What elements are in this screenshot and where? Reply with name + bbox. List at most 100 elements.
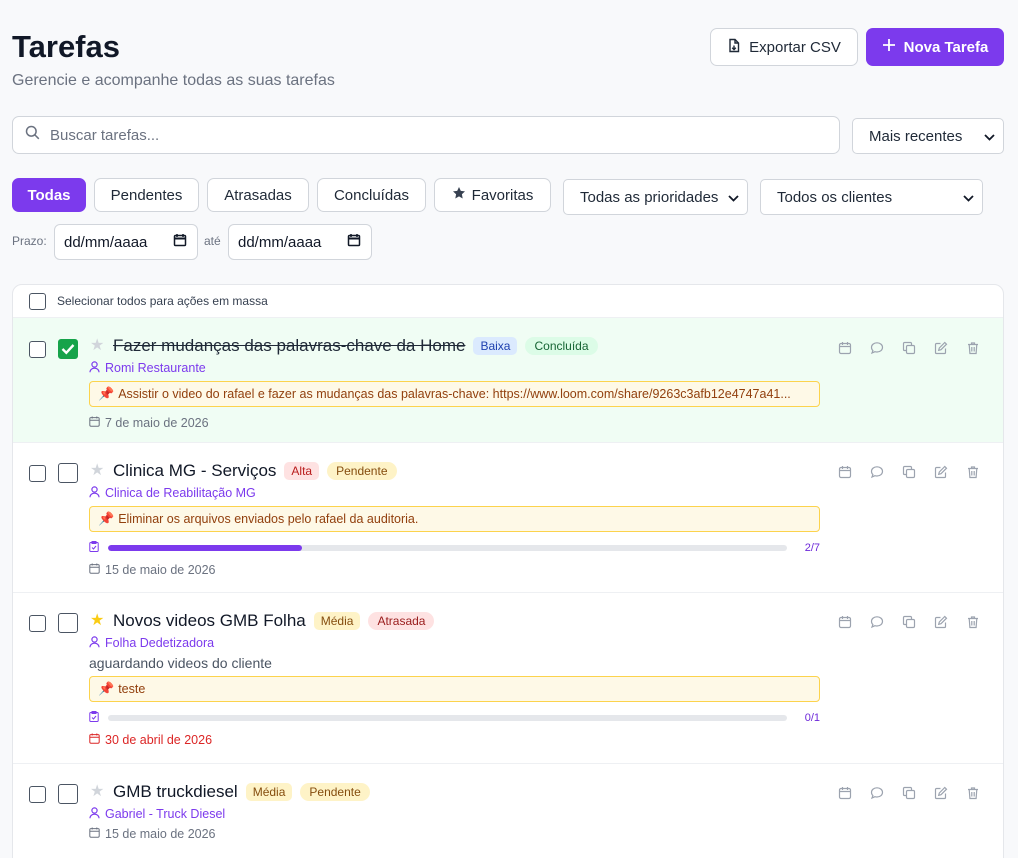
select-all-label: Selecionar todos para ações em massa: [57, 294, 268, 308]
due-date-text: 15 de maio de 2026: [105, 827, 216, 841]
note-text: Eliminar os arquivos enviados pelo rafae…: [118, 512, 419, 526]
trash-icon[interactable]: [965, 785, 981, 801]
task-due-date: 7 de maio de 2026: [89, 415, 820, 431]
duplicate-icon[interactable]: [901, 340, 917, 356]
select-all-checkbox[interactable]: [29, 292, 46, 310]
task-note: 📌 Eliminar os arquivos enviados pelo raf…: [89, 506, 820, 532]
calendar-icon: [89, 416, 100, 430]
search-icon: [25, 125, 40, 145]
tab-todas[interactable]: Todas: [12, 178, 86, 212]
edit-icon[interactable]: [933, 464, 949, 480]
page-header: Tarefas Gerencie e acompanhe todas as su…: [12, 28, 335, 90]
due-from-input[interactable]: dd/mm/aaaa: [54, 224, 198, 260]
client-filter-value: Todos os clientes: [777, 188, 893, 206]
schedule-calendar-icon[interactable]: [837, 340, 853, 356]
note-text: teste: [118, 682, 146, 696]
status-badge: Atrasada: [368, 612, 435, 630]
task-select-checkbox[interactable]: [29, 341, 46, 358]
checklist-progress: 2/7: [89, 541, 820, 554]
client-filter-select[interactable]: Todos os clientes: [760, 179, 983, 215]
trash-icon[interactable]: [965, 614, 981, 630]
calendar-icon: [89, 563, 100, 577]
progress-count: 0/1: [804, 712, 820, 724]
search-input[interactable]: [50, 126, 810, 144]
task-client[interactable]: Clinica de Reabilitação MG: [89, 485, 820, 501]
task-complete-checkbox[interactable]: [58, 613, 78, 633]
task-due-date: 30 de abril de 2026: [89, 732, 820, 748]
tab-atrasadas[interactable]: Atrasadas: [207, 178, 309, 212]
due-to-input[interactable]: dd/mm/aaaa: [228, 224, 372, 260]
user-icon: [89, 485, 100, 501]
client-name: Folha Dedetizadora: [105, 636, 215, 650]
search-box: [12, 116, 840, 154]
priority-badge: Média: [245, 783, 293, 801]
new-task-label: Nova Tarefa: [903, 38, 989, 56]
task-select-checkbox[interactable]: [29, 615, 46, 632]
schedule-calendar-icon[interactable]: [837, 785, 853, 801]
task-complete-checkbox[interactable]: [58, 463, 78, 483]
trash-icon[interactable]: [965, 340, 981, 356]
calendar-icon: [347, 233, 361, 251]
task-title: Fazer mudanças das palavras-chave da Hom…: [113, 336, 466, 355]
client-name: Clinica de Reabilitação MG: [105, 486, 256, 500]
tab-label: Concluídas: [333, 186, 410, 204]
page-subtitle: Gerencie e acompanhe todas as suas taref…: [12, 72, 335, 89]
tab-pendentes[interactable]: Pendentes: [94, 178, 199, 212]
sort-select-value: Mais recentes: [869, 127, 963, 145]
duplicate-icon[interactable]: [901, 785, 917, 801]
task-body: Clinica MG - Serviços Alta Pendente Clin…: [89, 460, 820, 578]
comment-icon[interactable]: [869, 785, 885, 801]
due-date-text: 15 de maio de 2026: [105, 563, 216, 577]
comment-icon[interactable]: [869, 340, 885, 356]
comment-icon[interactable]: [869, 614, 885, 630]
client-name: Romi Restaurante: [105, 361, 206, 375]
duplicate-icon[interactable]: [901, 614, 917, 630]
chevron-down-icon: [963, 189, 974, 206]
due-range-label: Prazo:: [12, 234, 47, 248]
client-name: Gabriel - Truck Diesel: [105, 807, 226, 821]
file-export-icon: [727, 38, 741, 57]
schedule-calendar-icon[interactable]: [837, 614, 853, 630]
priority-filter-select[interactable]: Todas as prioridades: [563, 179, 748, 215]
task-client[interactable]: Romi Restaurante: [89, 360, 820, 376]
task-row: ★ Fazer mudanças das palavras-chave da H…: [13, 318, 1003, 443]
schedule-calendar-icon[interactable]: [837, 464, 853, 480]
edit-icon[interactable]: [933, 785, 949, 801]
task-body: GMB truckdiesel Média Pendente Gabriel -…: [89, 781, 820, 842]
task-complete-checkbox[interactable]: [58, 784, 78, 804]
comment-icon[interactable]: [869, 464, 885, 480]
task-select-checkbox[interactable]: [29, 465, 46, 482]
due-range-separator: até: [204, 234, 221, 248]
progress-bar: [108, 715, 788, 721]
edit-icon[interactable]: [933, 340, 949, 356]
task-body: Novos videos GMB Folha Média Atrasada Fo…: [89, 610, 820, 748]
status-badge: Pendente: [300, 783, 370, 801]
checklist-progress: 0/1: [89, 711, 820, 724]
due-date-text: 7 de maio de 2026: [105, 416, 209, 430]
edit-icon[interactable]: [933, 614, 949, 630]
trash-icon[interactable]: [965, 464, 981, 480]
task-complete-checkbox[interactable]: [58, 339, 78, 359]
priority-badge: Baixa: [473, 337, 518, 355]
pushpin-icon: 📌: [98, 386, 115, 401]
duplicate-icon[interactable]: [901, 464, 917, 480]
task-body: Fazer mudanças das palavras-chave da Hom…: [89, 335, 820, 431]
tab-concluidas[interactable]: Concluídas: [317, 178, 426, 212]
calendar-icon: [89, 733, 100, 747]
priority-badge: Média: [313, 612, 361, 630]
tab-favoritas[interactable]: Favoritas: [434, 178, 551, 212]
tab-label: Favoritas: [471, 186, 534, 204]
new-task-button[interactable]: Nova Tarefa: [866, 28, 1004, 66]
task-title: GMB truckdiesel: [113, 782, 238, 801]
chevron-down-icon: [728, 189, 739, 206]
export-csv-label: Exportar CSV: [749, 38, 841, 56]
due-from-value: dd/mm/aaaa: [64, 233, 148, 251]
export-csv-button[interactable]: Exportar CSV: [710, 28, 858, 66]
due-to-value: dd/mm/aaaa: [238, 233, 322, 251]
task-select-checkbox[interactable]: [29, 786, 46, 803]
sort-select[interactable]: Mais recentes: [852, 118, 1004, 154]
user-icon: [89, 635, 100, 651]
task-client[interactable]: Gabriel - Truck Diesel: [89, 806, 820, 822]
user-icon: [89, 806, 100, 822]
task-client[interactable]: Folha Dedetizadora: [89, 635, 820, 651]
